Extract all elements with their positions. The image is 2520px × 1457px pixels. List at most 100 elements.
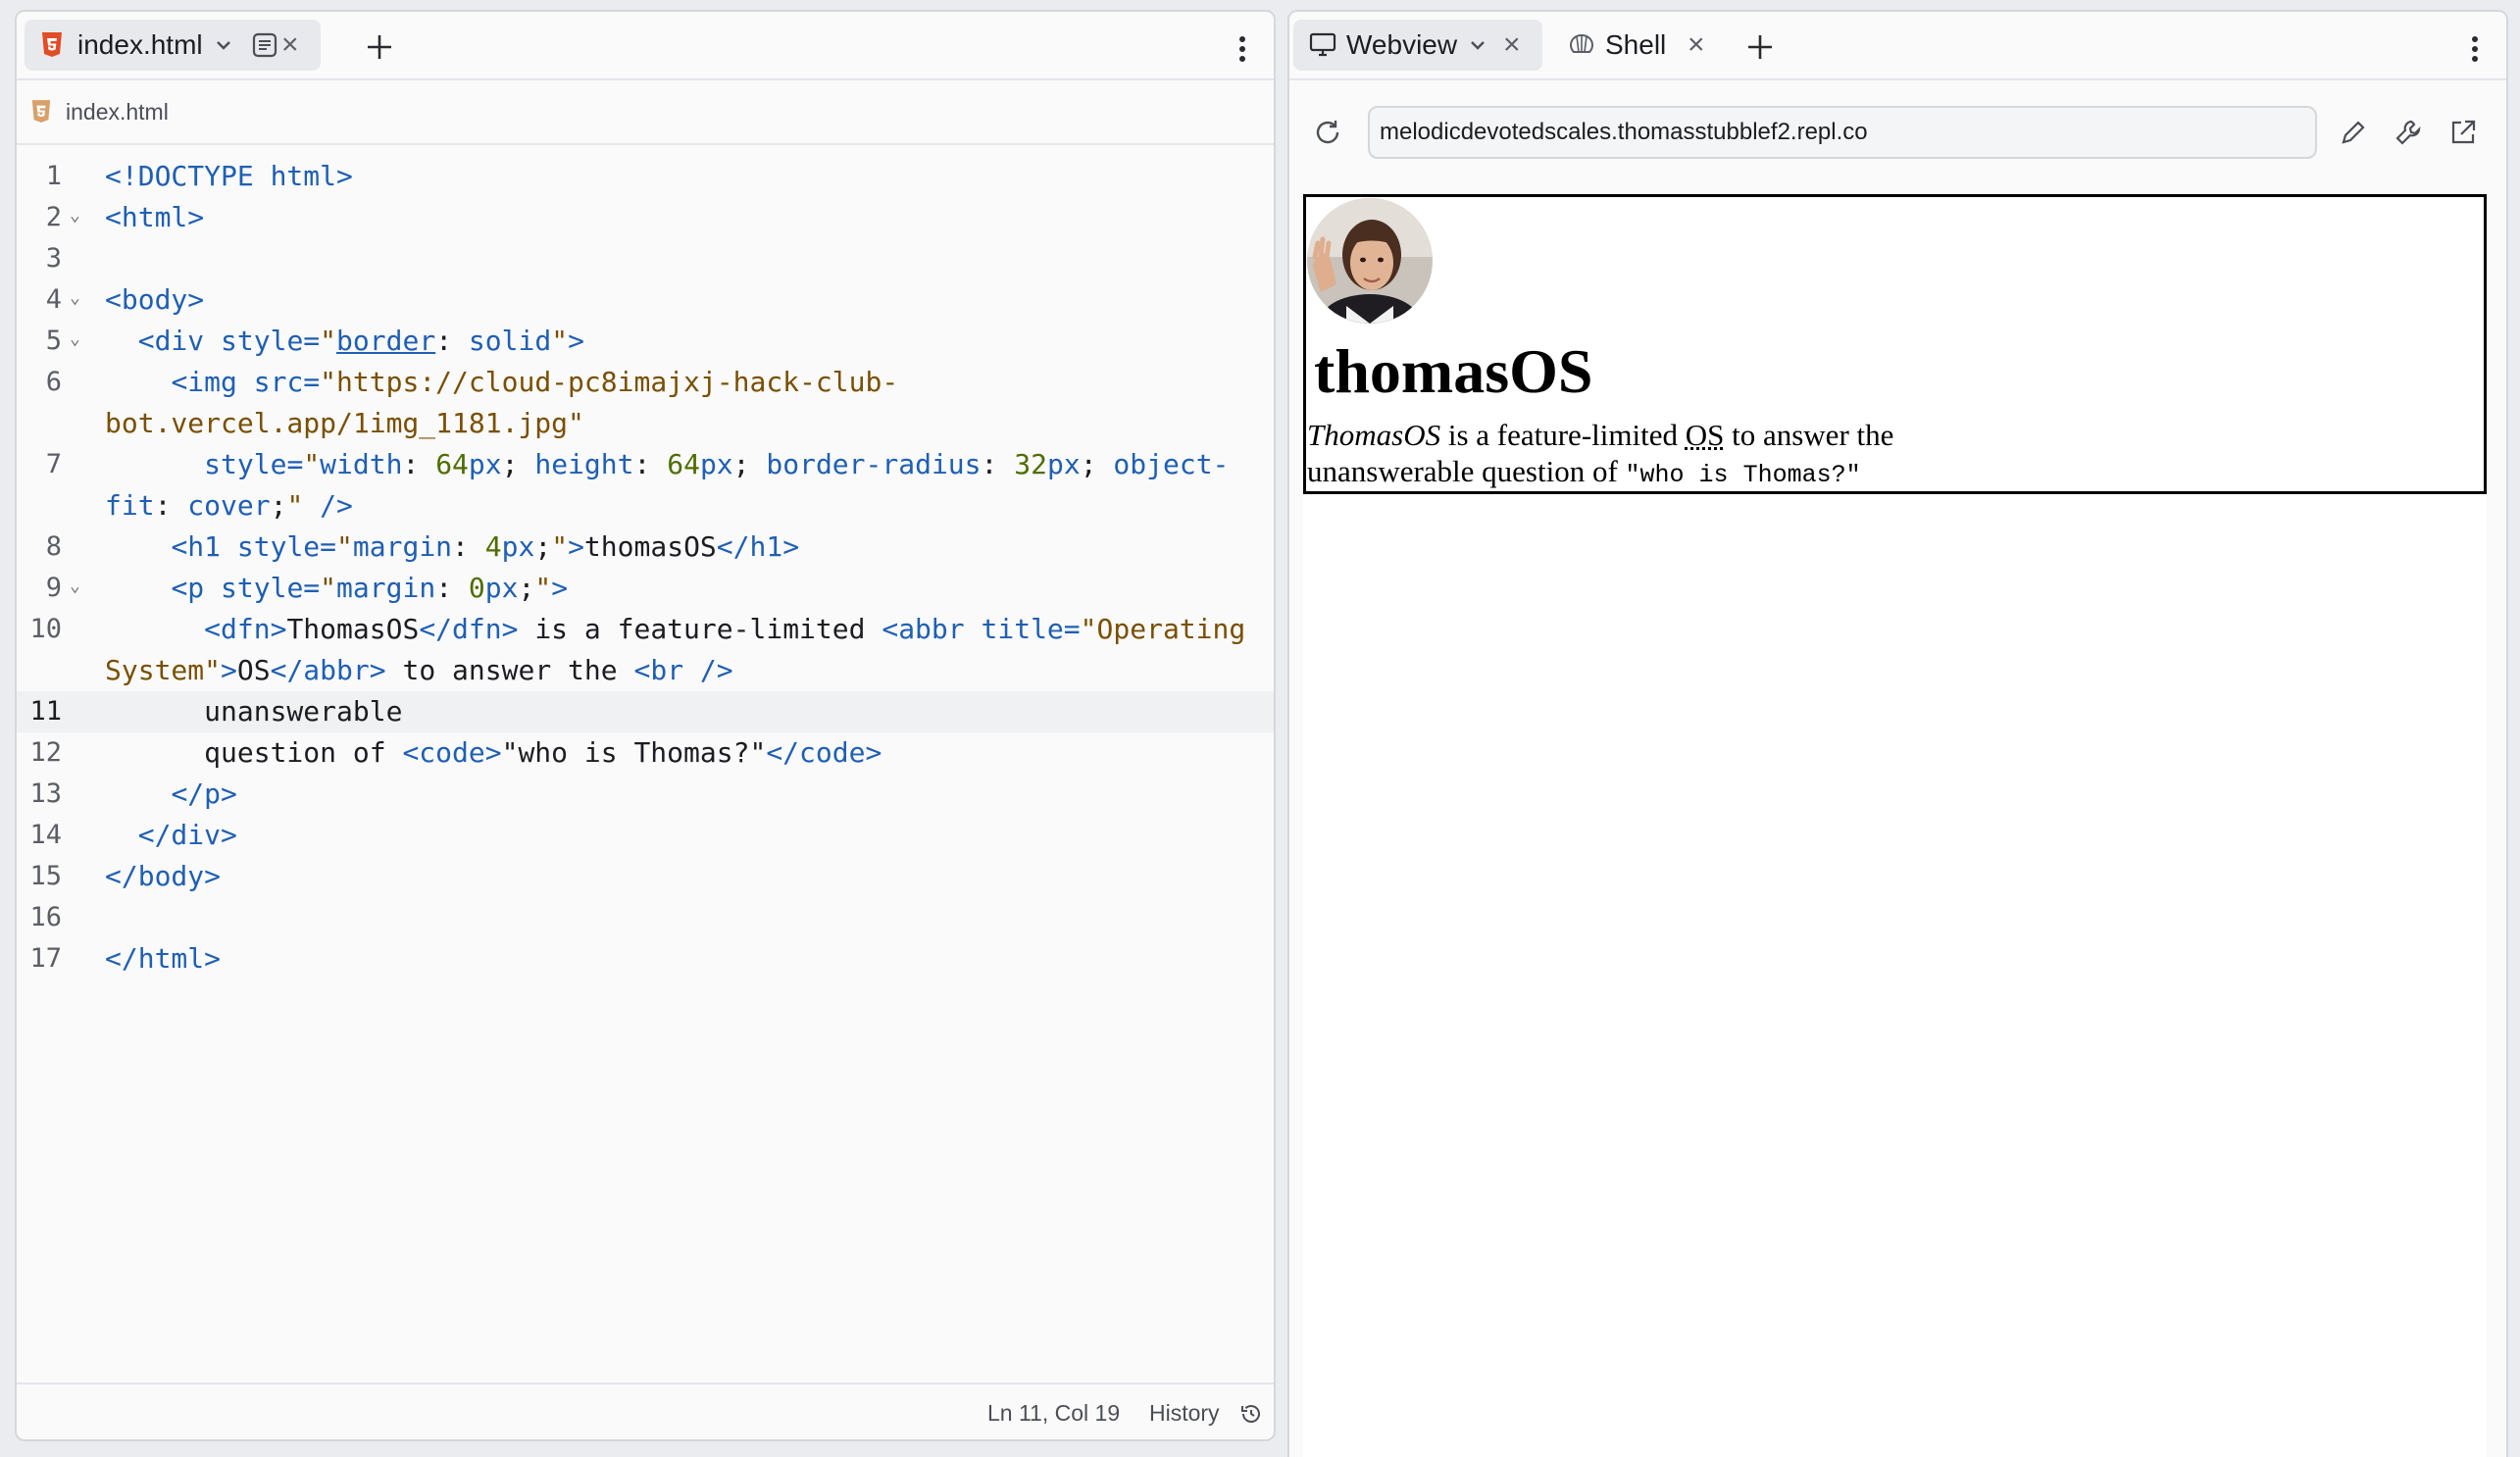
- code-text: </body>: [105, 856, 221, 897]
- code-line[interactable]: 2 ⌄ <html>: [17, 197, 1274, 238]
- code-token: style=: [236, 530, 337, 563]
- fold-chevron-icon[interactable]: ⌄: [70, 205, 80, 226]
- code-line[interactable]: 14 </div>: [17, 815, 1274, 856]
- breadcrumb-file[interactable]: index.html: [66, 99, 169, 126]
- code-line[interactable]: 1 <!DOCTYPE html>: [17, 156, 1274, 197]
- code-line[interactable]: 5 ⌄ <div style="border: solid">: [17, 321, 1274, 362]
- code-token: <code>: [402, 736, 502, 769]
- code-line[interactable]: 10 <dfn>ThomasOS</dfn> is a feature-limi…: [17, 609, 1274, 650]
- code-line[interactable]: 3: [17, 238, 1274, 279]
- code-token: >: [551, 572, 569, 604]
- cursor-position[interactable]: Ln 11, Col 19: [987, 1400, 1120, 1427]
- code-token: src=: [253, 366, 321, 398]
- code-token: ;: [270, 489, 287, 522]
- code-token: 0: [468, 572, 485, 604]
- site-text-2: to answer the: [1724, 418, 1894, 452]
- add-tab-icon[interactable]: [1742, 29, 1778, 65]
- code-line[interactable]: System">OS</abbr> to answer the <br />: [17, 650, 1274, 691]
- code-token: >: [568, 530, 584, 563]
- code-token: :: [435, 572, 469, 604]
- line-number: 4: [45, 284, 62, 315]
- code-token: solid: [468, 325, 552, 357]
- fold-chevron-icon[interactable]: ⌄: [70, 287, 80, 308]
- code-line[interactable]: 16: [17, 897, 1274, 938]
- code-line[interactable]: 17 </html>: [17, 938, 1274, 980]
- code-text: question of <code>"who is Thomas?"</code…: [105, 732, 882, 774]
- code-token: :: [402, 448, 436, 480]
- code-token: to answer the: [385, 654, 634, 686]
- code-line[interactable]: 4 ⌄ <body>: [17, 279, 1274, 321]
- code-token: :: [633, 448, 668, 480]
- code-text: bot.vercel.app/1img_1181.jpg": [105, 403, 584, 444]
- open-external-icon[interactable]: [2448, 118, 2478, 147]
- outline-icon[interactable]: [252, 32, 277, 58]
- tab-webview[interactable]: Webview ×: [1293, 20, 1542, 71]
- code-line[interactable]: 7 style="width: 64px; height: 64px; bord…: [17, 444, 1274, 485]
- pencil-icon[interactable]: [2339, 118, 2368, 147]
- more-options-icon[interactable]: [2471, 35, 2479, 63]
- chevron-down-icon[interactable]: [215, 39, 232, 51]
- code-token: <p: [171, 572, 222, 604]
- code-token: :: [452, 530, 485, 563]
- tab-index-html[interactable]: index.html ×: [25, 20, 321, 71]
- code-editor[interactable]: 1 <!DOCTYPE html> 2 ⌄ <html> 3 4 ⌄ <body> 5 ⌄ <div…: [17, 145, 1274, 1382]
- code-line[interactable]: 11 unanswerable: [17, 691, 1274, 732]
- more-options-icon[interactable]: [1238, 35, 1246, 63]
- code-token: ;: [518, 572, 535, 604]
- url-input[interactable]: [1368, 106, 2317, 159]
- code-token: </dfn>: [419, 613, 519, 645]
- line-number: 5: [45, 326, 62, 356]
- add-tab-icon[interactable]: [362, 29, 397, 65]
- code-token: px: [468, 448, 502, 480]
- close-tab-icon[interactable]: ×: [281, 28, 299, 62]
- tab-shell[interactable]: Shell ×: [1554, 20, 1731, 71]
- line-number: 13: [29, 779, 62, 809]
- code-token: <abbr: [882, 613, 982, 645]
- code-line[interactable]: 13 </p>: [17, 774, 1274, 815]
- code-token: <br />: [633, 654, 733, 686]
- close-tab-icon[interactable]: ×: [1503, 28, 1521, 62]
- code-token: title=: [981, 613, 1081, 645]
- site-card: thomasOS ThomasOS is a feature-limited O…: [1303, 194, 2487, 494]
- code-token: <img: [171, 366, 254, 398]
- code-line[interactable]: 15 </body>: [17, 856, 1274, 897]
- tab-webview-label: Webview: [1346, 29, 1458, 60]
- line-number: 2: [45, 202, 62, 232]
- code-line[interactable]: fit: cover;" />: [17, 485, 1274, 527]
- code-token: </div>: [137, 819, 237, 851]
- chevron-down-icon[interactable]: [1469, 39, 1487, 51]
- avatar: [1307, 198, 1433, 324]
- code-token: ThomasOS: [286, 613, 420, 645]
- monitor-icon: [1309, 32, 1336, 58]
- code-token: "Operating: [1080, 613, 1246, 645]
- code-token: unanswerable: [105, 695, 403, 728]
- reload-icon[interactable]: [1313, 118, 1342, 147]
- code-line[interactable]: 6 <img src="https://cloud-pc8imajxj-hack…: [17, 362, 1274, 403]
- history-button[interactable]: History: [1149, 1400, 1260, 1427]
- code-token: 64: [435, 448, 469, 480]
- os-abbreviation[interactable]: OS: [1686, 418, 1725, 452]
- code-line[interactable]: 12 question of <code>"who is Thomas?"</c…: [17, 732, 1274, 774]
- code-token: question of: [105, 736, 403, 769]
- code-line[interactable]: bot.vercel.app/1img_1181.jpg": [17, 403, 1274, 444]
- code-text: <img src="https://cloud-pc8imajxj-hack-c…: [105, 362, 898, 403]
- code-line[interactable]: 9 ⌄ <p style="margin: 0px;">: [17, 568, 1274, 609]
- code-token: <h1: [171, 530, 237, 563]
- code-token: </h1>: [716, 530, 800, 563]
- code-token: <dfn>: [204, 613, 287, 645]
- fold-chevron-icon[interactable]: ⌄: [70, 328, 80, 349]
- close-tab-icon[interactable]: ×: [1688, 28, 1705, 62]
- site-text-3: unanswerable question of: [1307, 454, 1626, 488]
- devtools-wrench-icon[interactable]: [2394, 118, 2423, 147]
- html5-icon: [40, 31, 64, 59]
- editor-pane: index.html × index.html 1 <!DOCTYPE html>…: [15, 10, 1276, 1441]
- code-line[interactable]: 8 <h1 style="margin: 4px;">thomasOS</h1>: [17, 527, 1274, 568]
- line-number: 1: [45, 161, 62, 191]
- code-token: >: [221, 654, 237, 686]
- fold-chevron-icon[interactable]: ⌄: [70, 576, 80, 596]
- line-number: 6: [45, 367, 62, 397]
- code-token: ": [336, 530, 353, 563]
